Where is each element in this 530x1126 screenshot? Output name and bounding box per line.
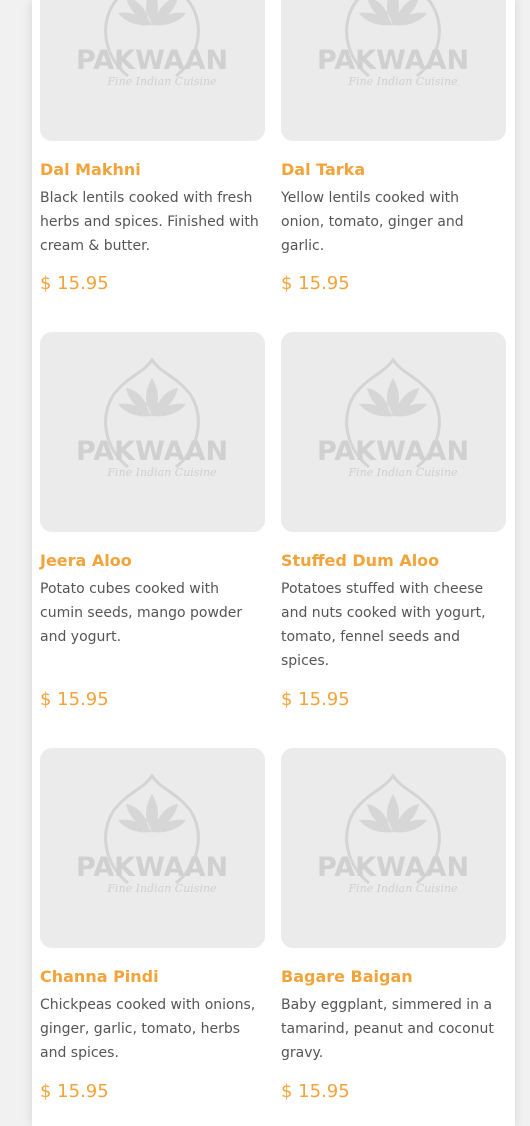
menu-item-price: $ 15.95 bbox=[281, 273, 350, 294]
menu-item-image-placeholder[interactable]: PAKWAAN Fine Indian Cuisine bbox=[40, 748, 265, 948]
menu-panel: PAKWAAN Fine Indian Cuisine Dal Makhni B… bbox=[32, 0, 515, 1126]
svg-text:Fine Indian Cuisine: Fine Indian Cuisine bbox=[347, 75, 458, 88]
svg-text:PAKWAAN: PAKWAAN bbox=[76, 852, 228, 883]
menu-item-card[interactable]: PAKWAAN Fine Indian Cuisine Dal Makhni B… bbox=[40, 0, 265, 294]
menu-item-description: Potatoes stuffed with cheese and nuts co… bbox=[281, 581, 486, 669]
menu-item-price: $ 15.95 bbox=[40, 1081, 109, 1102]
pakwaan-logo-watermark: PAKWAAN Fine Indian Cuisine bbox=[317, 773, 469, 895]
menu-item-description: Black lentils cooked with fresh herbs an… bbox=[40, 190, 259, 254]
svg-text:Fine Indian Cuisine: Fine Indian Cuisine bbox=[347, 882, 458, 895]
menu-item-card[interactable]: PAKWAAN Fine Indian Cuisine Stuffed Dum … bbox=[281, 332, 506, 710]
menu-item-name[interactable]: Dal Makhni bbox=[40, 151, 141, 189]
menu-item-card[interactable]: PAKWAAN Fine Indian Cuisine Channa Pindi… bbox=[40, 748, 265, 1102]
pakwaan-logo-watermark: PAKWAAN Fine Indian Cuisine bbox=[76, 773, 228, 895]
menu-item-price: $ 15.95 bbox=[281, 1081, 350, 1102]
menu-item-card[interactable]: PAKWAAN Fine Indian Cuisine Dal Tarka Ye… bbox=[281, 0, 506, 294]
svg-text:PAKWAAN: PAKWAAN bbox=[317, 436, 469, 467]
svg-text:PAKWAAN: PAKWAAN bbox=[76, 436, 228, 467]
menu-item-price: $ 15.95 bbox=[40, 689, 109, 710]
svg-text:Fine Indian Cuisine: Fine Indian Cuisine bbox=[347, 466, 458, 479]
pakwaan-logo-watermark: PAKWAAN Fine Indian Cuisine bbox=[317, 0, 469, 88]
menu-item-description: Baby eggplant, simmered in a tamarind, p… bbox=[281, 997, 494, 1061]
svg-text:Fine Indian Cuisine: Fine Indian Cuisine bbox=[106, 466, 217, 479]
menu-item-card[interactable]: PAKWAAN Fine Indian Cuisine Jeera Aloo P… bbox=[40, 332, 265, 710]
menu-item-image-placeholder[interactable]: PAKWAAN Fine Indian Cuisine bbox=[40, 0, 265, 141]
menu-item-image-placeholder[interactable]: PAKWAAN Fine Indian Cuisine bbox=[40, 332, 265, 532]
menu-item-image-placeholder[interactable]: PAKWAAN Fine Indian Cuisine bbox=[281, 748, 506, 948]
pakwaan-logo-watermark: PAKWAAN Fine Indian Cuisine bbox=[317, 357, 469, 479]
menu-item-image-placeholder[interactable]: PAKWAAN Fine Indian Cuisine bbox=[281, 332, 506, 532]
menu-item-name[interactable]: Jeera Aloo bbox=[40, 542, 132, 580]
menu-item-price: $ 15.95 bbox=[40, 273, 109, 294]
menu-item-description: Yellow lentils cooked with onion, tomato… bbox=[281, 190, 464, 254]
svg-text:PAKWAAN: PAKWAAN bbox=[317, 852, 469, 883]
menu-item-name[interactable]: Stuffed Dum Aloo bbox=[281, 542, 439, 580]
menu-item-description: Potato cubes cooked with cumin seeds, ma… bbox=[40, 581, 243, 645]
menu-item-price: $ 15.95 bbox=[281, 689, 350, 710]
menu-item-name[interactable]: Dal Tarka bbox=[281, 151, 365, 189]
pakwaan-logo-watermark: PAKWAAN Fine Indian Cuisine bbox=[76, 357, 228, 479]
menu-item-name[interactable]: Bagare Baigan bbox=[281, 958, 413, 996]
svg-text:Fine Indian Cuisine: Fine Indian Cuisine bbox=[106, 75, 217, 88]
menu-item-card[interactable]: PAKWAAN Fine Indian Cuisine Bagare Baiga… bbox=[281, 748, 506, 1102]
svg-text:PAKWAAN: PAKWAAN bbox=[317, 45, 469, 76]
pakwaan-logo-watermark: PAKWAAN Fine Indian Cuisine bbox=[76, 0, 228, 88]
svg-text:Fine Indian Cuisine: Fine Indian Cuisine bbox=[106, 882, 217, 895]
svg-text:PAKWAAN: PAKWAAN bbox=[76, 45, 228, 76]
menu-item-description: Chickpeas cooked with onions, ginger, ga… bbox=[40, 997, 256, 1061]
menu-item-image-placeholder[interactable]: PAKWAAN Fine Indian Cuisine bbox=[281, 0, 506, 141]
menu-item-name[interactable]: Channa Pindi bbox=[40, 958, 159, 996]
